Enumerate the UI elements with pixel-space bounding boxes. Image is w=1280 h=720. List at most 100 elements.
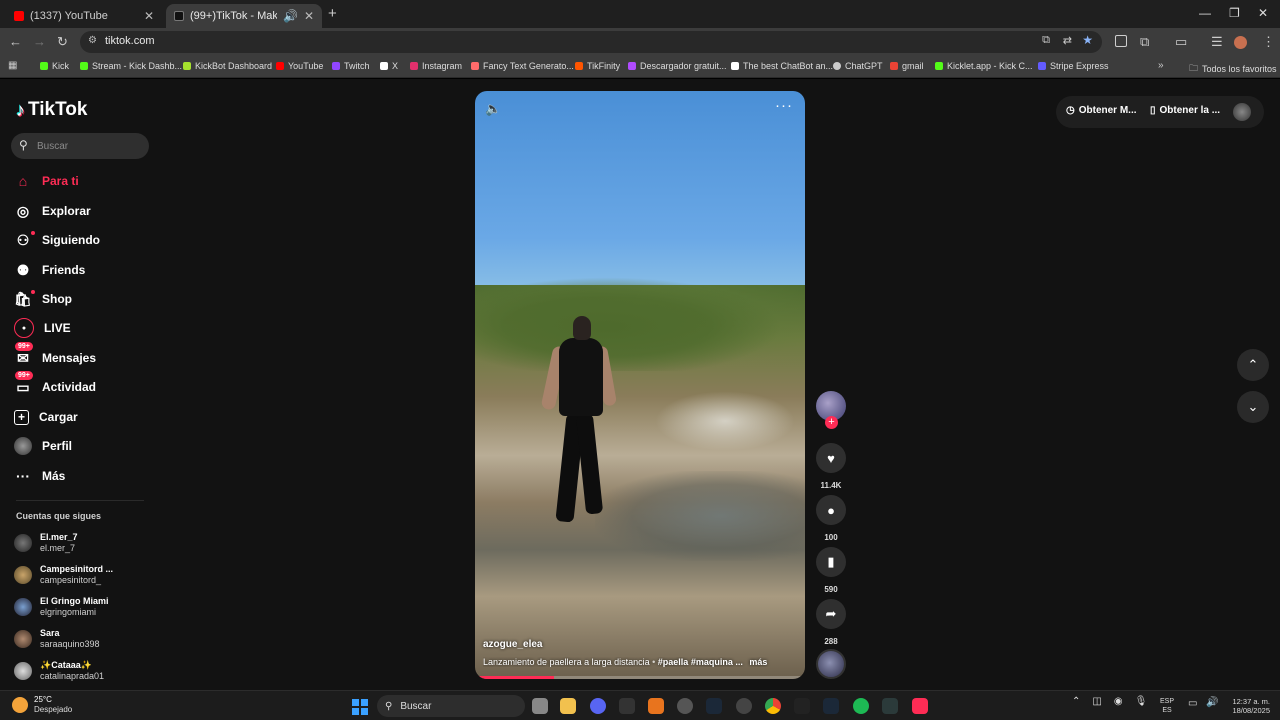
following-account[interactable]: ✨Cataaa✨ catalinaprada01 xyxy=(14,660,104,682)
app-icon[interactable] xyxy=(677,698,693,714)
translate-icon[interactable]: ⇄ xyxy=(1063,34,1072,47)
close-tab-icon[interactable]: ✕ xyxy=(144,9,154,23)
new-tab-button[interactable]: + xyxy=(328,5,337,22)
nav-shop[interactable]: 🛍 Shop xyxy=(14,287,72,311)
network-icon[interactable]: ▭ xyxy=(1188,698,1197,709)
video-author[interactable]: azogue_elea xyxy=(483,639,542,650)
bookmark-instagram[interactable]: Instagram xyxy=(410,61,462,71)
volume-icon[interactable]: 🔈 xyxy=(485,101,501,117)
url-text[interactable]: tiktok.com xyxy=(105,35,155,47)
bookmark-kick[interactable]: Kick xyxy=(40,61,69,71)
user-avatar[interactable] xyxy=(1233,103,1251,121)
bookmark-kickbot[interactable]: KickBot Dashboard xyxy=(183,61,272,71)
task-view-icon[interactable] xyxy=(532,698,548,714)
heart-icon[interactable]: ♥ xyxy=(816,443,846,473)
comment-icon[interactable]: ● xyxy=(816,495,846,525)
speaker-icon[interactable]: 🔊 xyxy=(283,9,298,23)
nav-para-ti[interactable]: ⌂ Para ti xyxy=(14,169,79,193)
nav-actividad[interactable]: ▭ 99+ Actividad xyxy=(14,371,96,399)
bookmark-x[interactable]: X xyxy=(380,61,398,71)
video-progress-bar[interactable] xyxy=(475,676,805,679)
share-action[interactable]: ➦ 288 xyxy=(816,599,846,646)
nav-mensajes[interactable]: ✉ 99+ Mensajes xyxy=(14,342,96,370)
sidepanel-icon[interactable]: ▭ xyxy=(1175,34,1187,50)
bookmark-icon[interactable]: ▮ xyxy=(816,547,846,577)
bookmarks-overflow-icon[interactable]: » xyxy=(1158,60,1164,71)
video-player[interactable]: 🔈 ··· azogue_elea Lanzamiento de paeller… xyxy=(475,91,805,679)
search-box[interactable]: ⚲ xyxy=(11,133,149,159)
get-app-button[interactable]: ▯ Obtener la ... xyxy=(1150,105,1220,116)
nav-mas[interactable]: ··· Más xyxy=(14,464,65,488)
address-bar[interactable]: ⚙ tiktok.com ⧉ ⇄ ★ xyxy=(80,31,1102,53)
more-options-icon[interactable]: ··· xyxy=(775,97,793,114)
minimize-button[interactable]: — xyxy=(1199,6,1211,20)
site-info-icon[interactable]: ⚙ xyxy=(88,35,97,46)
start-button[interactable] xyxy=(352,699,368,715)
bookmark-star-icon[interactable]: ★ xyxy=(1082,33,1093,47)
following-account[interactable]: El.mer_7 el.mer_7 xyxy=(14,532,78,554)
bookmark-tikfinity[interactable]: TikFinity xyxy=(575,61,620,71)
music-disc-avatar[interactable] xyxy=(816,649,846,679)
app-icon[interactable] xyxy=(882,698,898,714)
file-explorer-icon[interactable] xyxy=(560,698,576,714)
app-icon[interactable] xyxy=(648,698,664,714)
volume-icon[interactable]: 🔊 xyxy=(1206,697,1218,708)
reload-icon[interactable]: ↻ xyxy=(57,34,68,50)
bookmark-chatgpt[interactable]: ChatGPT xyxy=(833,61,883,71)
menu-kebab-icon[interactable]: ⋮ xyxy=(1262,34,1275,50)
following-account[interactable]: Sara saraaquino398 xyxy=(14,628,100,650)
next-video-button[interactable]: ⌄ xyxy=(1237,391,1269,423)
bookmark-twitch[interactable]: Twitch xyxy=(332,61,370,71)
bookmark-stripe[interactable]: Stripe Express xyxy=(1038,61,1109,71)
nav-perfil[interactable]: Perfil xyxy=(14,434,72,458)
tiktok-studio-icon[interactable] xyxy=(912,698,928,714)
following-account[interactable]: El Gringo Miami elgringomiami xyxy=(14,596,109,618)
language-indicator[interactable]: ESP ES xyxy=(1160,697,1174,715)
steam-icon[interactable] xyxy=(706,698,722,714)
previous-video-button[interactable]: ⌃ xyxy=(1237,349,1269,381)
nav-live[interactable]: ● LIVE xyxy=(14,316,71,340)
close-window-button[interactable]: ✕ xyxy=(1258,6,1268,20)
apps-grid-icon[interactable]: ▦ xyxy=(8,60,17,71)
extension-icon[interactable] xyxy=(1115,35,1127,47)
forward-icon[interactable]: → xyxy=(33,34,46,49)
nav-explorar[interactable]: ◎ Explorar xyxy=(14,199,91,223)
tray-app-icon[interactable]: ◉ xyxy=(1114,696,1123,707)
following-account[interactable]: Campesinitord ... campesinitord_ xyxy=(14,564,113,586)
install-app-icon[interactable]: ⧉ xyxy=(1042,34,1050,47)
bookmark-gmail[interactable]: gmail xyxy=(890,61,924,71)
discord-icon[interactable] xyxy=(590,698,606,714)
tab-tiktok[interactable]: (99+)TikTok - Make Your Day 🔊 ✕ xyxy=(166,4,322,28)
bookmark-descargador[interactable]: Descargador gratuit... xyxy=(628,61,727,71)
bookmark-stream-kick[interactable]: Stream - Kick Dashb... xyxy=(80,61,182,71)
clock[interactable]: 12:37 a. m. 18/08/2025 xyxy=(1226,697,1270,715)
all-bookmarks-folder[interactable]: 🗀 Todos los favoritos xyxy=(1189,61,1277,77)
steam-icon[interactable] xyxy=(823,698,839,714)
restore-button[interactable]: ❐ xyxy=(1229,6,1240,20)
taskbar-search[interactable]: ⚲ Buscar xyxy=(377,695,525,717)
app-icon[interactable] xyxy=(736,698,752,714)
bookmark-youtube[interactable]: YouTube xyxy=(276,61,323,71)
video-hashtags[interactable]: #paella #maquina ... xyxy=(658,657,743,667)
tray-app-icon[interactable]: ◫ xyxy=(1092,696,1101,707)
bookmark-kicklet[interactable]: Kicklet.app - Kick C... xyxy=(935,61,1033,71)
tab-youtube[interactable]: (1337) YouTube ✕ xyxy=(6,4,162,28)
spotify-icon[interactable] xyxy=(853,698,869,714)
back-icon[interactable]: ← xyxy=(9,34,22,49)
nav-friends[interactable]: ⚉ Friends xyxy=(14,258,86,282)
comment-action[interactable]: ● 100 xyxy=(816,495,846,542)
bookmark-fancy-text[interactable]: Fancy Text Generato... xyxy=(471,61,574,71)
reading-list-icon[interactable]: ☰ xyxy=(1211,34,1223,50)
app-icon[interactable] xyxy=(794,698,810,714)
tiktok-logo[interactable]: ♪ TikTok xyxy=(16,99,87,121)
follow-plus-icon[interactable]: + xyxy=(825,416,838,429)
microphone-icon[interactable]: 🎙 xyxy=(1135,696,1148,707)
chrome-icon[interactable] xyxy=(765,698,781,714)
save-action[interactable]: ▮ 590 xyxy=(816,547,846,594)
share-icon[interactable]: ➦ xyxy=(816,599,846,629)
like-action[interactable]: ♥ 11.4K xyxy=(816,443,846,490)
weather-widget[interactable]: 25°C Despejado xyxy=(12,695,72,715)
nav-siguiendo[interactable]: ⚇ Siguiendo xyxy=(14,228,100,252)
search-input[interactable] xyxy=(37,133,145,159)
tray-overflow-icon[interactable]: ⌃ xyxy=(1072,696,1080,707)
